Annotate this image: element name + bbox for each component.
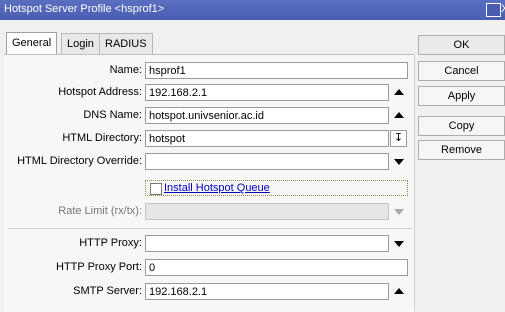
name-label: Name: [109,64,142,76]
http-proxy-input[interactable] [145,235,389,252]
maximize-icon[interactable] [486,3,501,17]
cancel-button[interactable]: Cancel [418,61,505,81]
dns-name-label: DNS Name: [83,109,142,121]
window-title: Hotspot Server Profile <hsprof1> [4,3,165,15]
apply-button[interactable]: Apply [418,86,505,106]
panel-divider [414,54,415,311]
tab-login[interactable]: Login [61,33,100,54]
html-directory-override-label: HTML Directory Override: [17,155,142,167]
rate-limit-input [145,203,389,220]
smtp-server-input[interactable]: 192.168.2.1 [145,283,389,300]
dropdown-stepper-icon[interactable]: ↧ [390,130,407,147]
smtp-server-row: SMTP Server: 192.168.2.1 [4,283,414,301]
rate-limit-row: Rate Limit (rx/tx): [4,203,414,221]
http-proxy-port-label: HTTP Proxy Port: [56,261,142,273]
title-bar: Hotspot Server Profile <hsprof1> X [0,0,505,20]
remove-button[interactable]: Remove [418,140,505,160]
tab-general[interactable]: General [6,32,58,55]
dropdown-arrow-icon[interactable] [394,159,404,165]
tab-radius[interactable]: RADIUS [99,33,153,54]
install-queue-label[interactable]: Install Hotspot Queue [164,182,270,194]
html-directory-override-row: HTML Directory Override: [4,153,414,171]
dns-name-row: DNS Name: hotspot.univsenior.ac.id [4,107,414,125]
close-icon[interactable]: X [501,3,505,15]
collapse-arrow-icon[interactable] [394,288,404,294]
dropdown-arrow-icon[interactable] [394,241,404,247]
copy-button[interactable]: Copy [418,116,505,136]
http-proxy-port-row: HTTP Proxy Port: 0 [4,259,414,277]
http-proxy-port-input[interactable]: 0 [145,259,408,276]
hotspot-address-label: Hotspot Address: [58,86,142,98]
collapse-arrow-icon[interactable] [394,89,404,95]
name-row: Name: hsprof1 [4,62,414,80]
html-directory-label: HTML Directory: [62,132,142,144]
general-panel: Name: hsprof1 Hotspot Address: 192.168.2… [4,54,414,312]
hotspot-address-row: Hotspot Address: 192.168.2.1 [4,84,414,102]
rate-limit-label: Rate Limit (rx/tx): [58,205,142,217]
install-queue-checkbox-row[interactable]: Install Hotspot Queue [145,180,408,196]
collapse-arrow-icon[interactable] [394,112,404,118]
html-directory-row: HTML Directory: hotspot ↧ [4,130,414,148]
html-directory-override-input[interactable] [145,153,389,170]
hotspot-address-input[interactable]: 192.168.2.1 [145,84,389,101]
smtp-server-label: SMTP Server: [73,285,142,297]
install-queue-checkbox[interactable] [150,183,162,195]
dns-name-input[interactable]: hotspot.univsenior.ac.id [145,107,389,124]
section-divider [8,228,412,229]
dropdown-arrow-icon [394,209,404,215]
ok-button[interactable]: OK [418,35,505,55]
http-proxy-row: HTTP Proxy: [4,235,414,253]
http-proxy-label: HTTP Proxy: [79,237,142,249]
html-directory-input[interactable]: hotspot [145,130,389,147]
name-input[interactable]: hsprof1 [145,62,408,79]
